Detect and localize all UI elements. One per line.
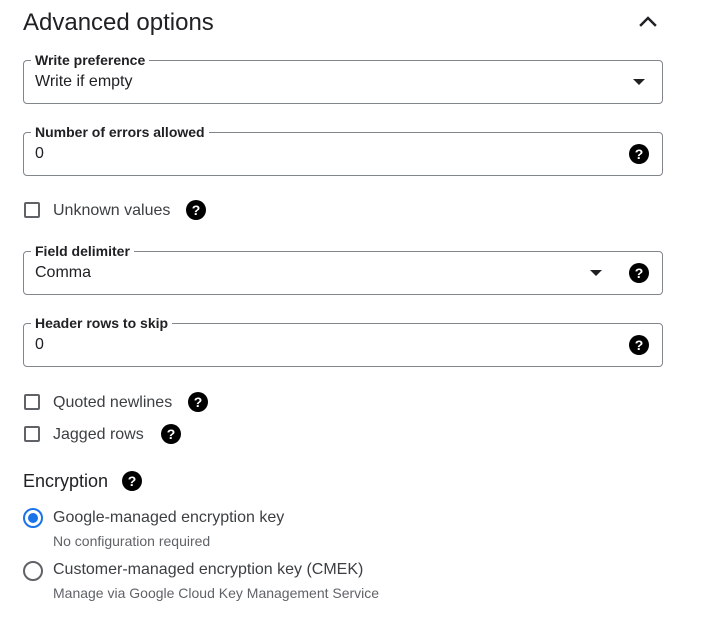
header-rows-value[interactable]: 0 [35, 336, 44, 354]
unknown-values-checkbox[interactable] [24, 202, 40, 218]
field-delimiter-label: Field delimiter [31, 242, 134, 260]
help-icon[interactable]: ? [188, 392, 208, 412]
field-delimiter-value: Comma [35, 264, 92, 281]
errors-allowed-input[interactable]: Number of errors allowed 0 ? [23, 123, 663, 176]
customer-managed-key-label[interactable]: Customer-managed encryption key (CMEK) [53, 561, 363, 579]
customer-managed-key-radio[interactable] [23, 561, 43, 581]
jagged-rows-label: Jagged rows [53, 426, 144, 443]
field-delimiter-select[interactable]: Field delimiter Comma ? [23, 242, 663, 295]
unknown-values-label: Unknown values [53, 202, 171, 219]
help-icon[interactable]: ? [161, 424, 181, 444]
svg-text:?: ? [128, 473, 137, 489]
header-rows-input[interactable]: Header rows to skip 0 ? [23, 314, 663, 367]
svg-text:?: ? [194, 394, 203, 410]
write-preference-select[interactable]: Write preference Write if empty [23, 51, 663, 104]
help-icon[interactable]: ? [629, 335, 649, 355]
help-icon[interactable]: ? [122, 471, 142, 491]
collapse-button[interactable] [636, 10, 660, 34]
quoted-newlines-checkbox[interactable] [24, 394, 40, 410]
svg-text:?: ? [192, 202, 201, 218]
customer-managed-key-description: Manage via Google Cloud Key Management S… [53, 585, 380, 601]
jagged-rows-checkbox[interactable] [24, 426, 40, 442]
errors-allowed-label: Number of errors allowed [31, 123, 209, 141]
svg-text:?: ? [167, 426, 176, 442]
header-rows-label: Header rows to skip [31, 314, 173, 332]
write-preference-value: Write if empty [35, 73, 133, 90]
errors-allowed-value[interactable]: 0 [35, 145, 44, 163]
section-title: Advanced options [23, 9, 214, 36]
chevron-up-icon [639, 16, 657, 27]
svg-text:?: ? [635, 265, 644, 281]
help-icon[interactable]: ? [629, 263, 649, 283]
write-preference-label: Write preference [31, 51, 150, 69]
quoted-newlines-label: Quoted newlines [53, 394, 173, 411]
svg-text:?: ? [635, 337, 644, 353]
dropdown-arrow-icon[interactable] [633, 79, 645, 85]
encryption-heading: Encryption [23, 471, 109, 491]
google-managed-key-label[interactable]: Google-managed encryption key [53, 509, 284, 527]
dropdown-arrow-icon[interactable] [590, 270, 602, 276]
help-icon[interactable]: ? [629, 144, 649, 164]
google-managed-key-description: No configuration required [53, 533, 211, 549]
svg-text:?: ? [635, 146, 644, 162]
google-managed-key-radio[interactable] [23, 508, 43, 528]
help-icon[interactable]: ? [186, 200, 206, 220]
